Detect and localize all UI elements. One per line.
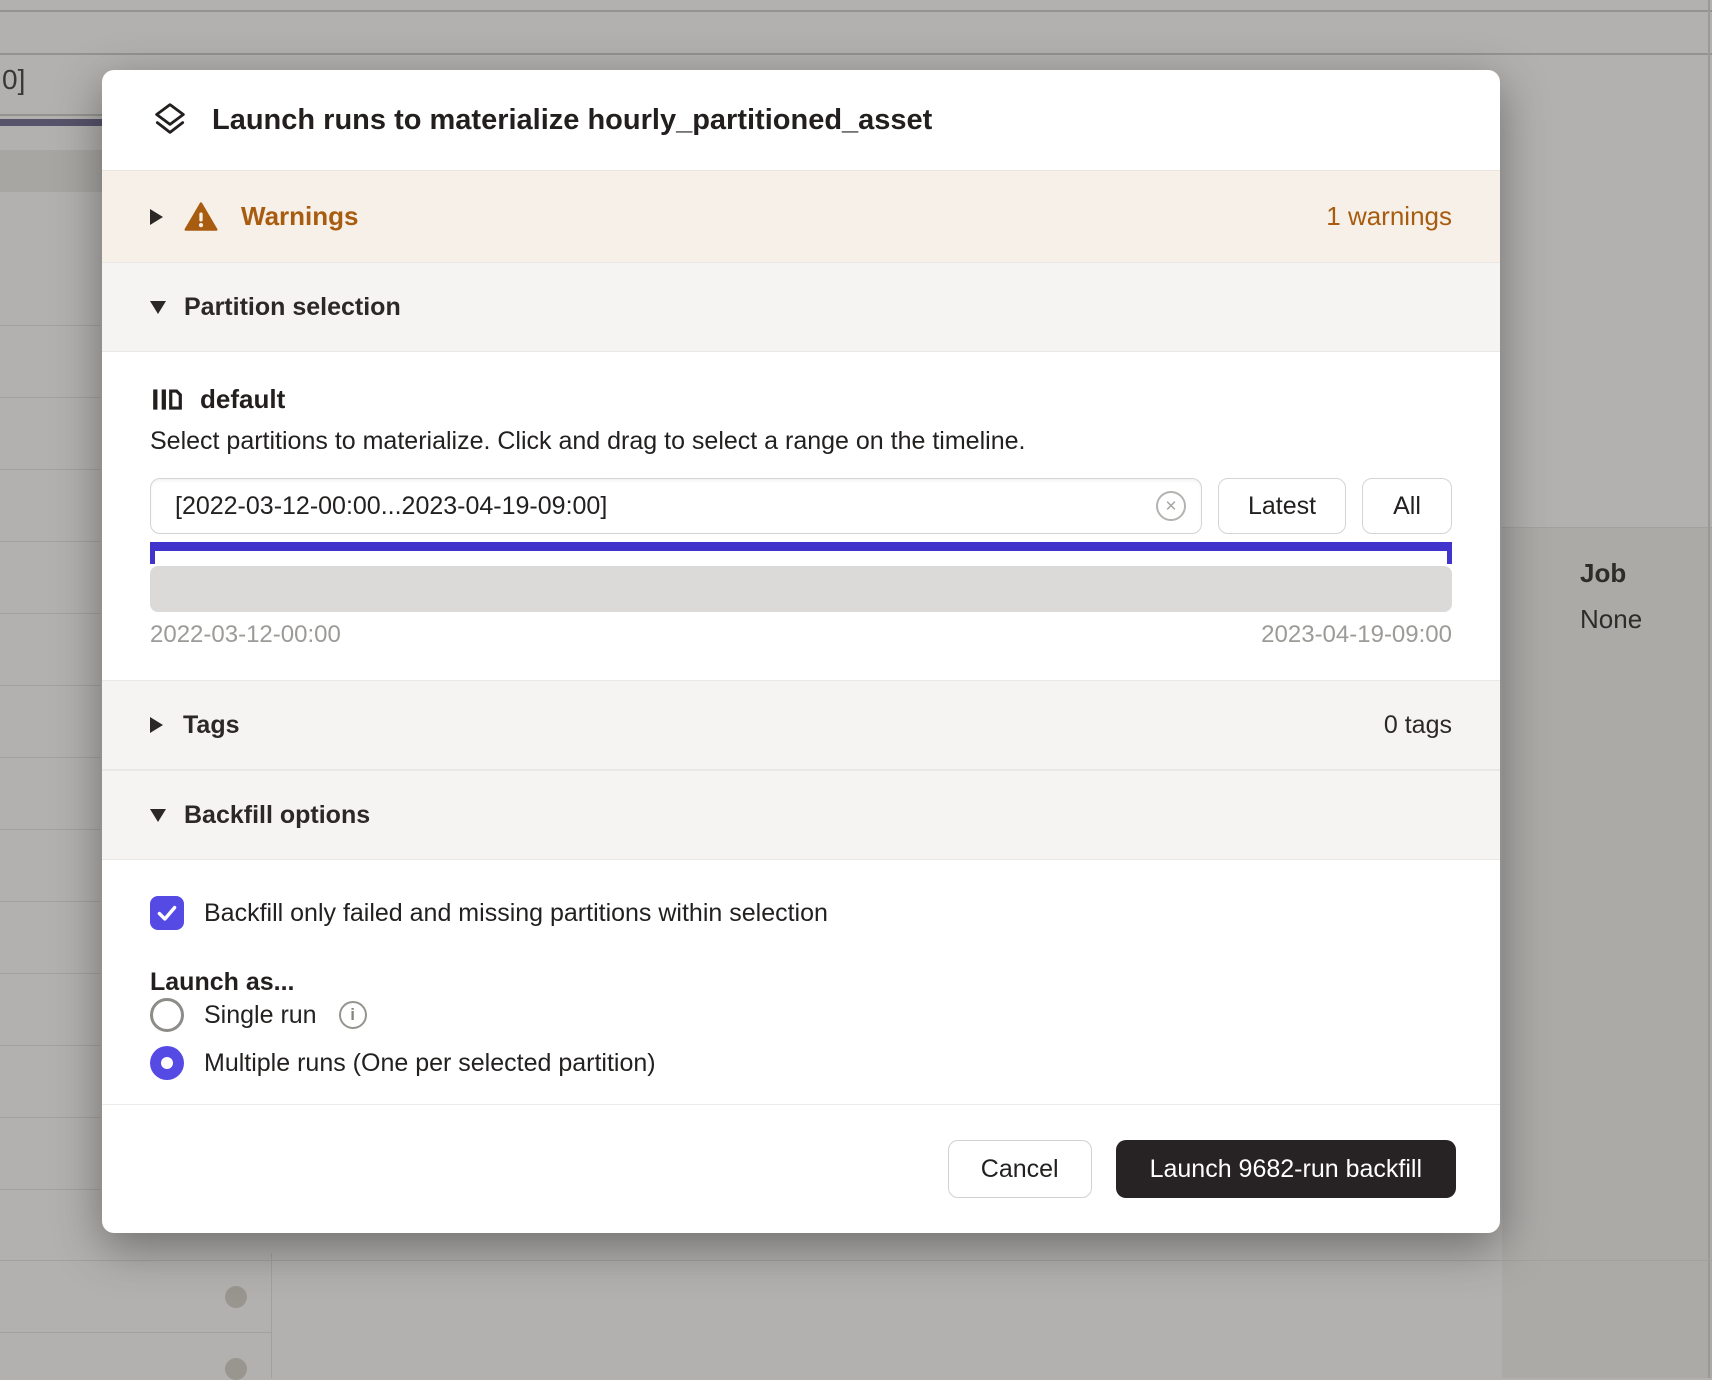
screen: 0] Job None Launch runs to materialize <box>0 0 1712 1378</box>
bg-row-line <box>0 829 100 830</box>
bg-table-panel <box>1502 527 1712 1378</box>
bg-row-line <box>0 397 100 398</box>
dimension-name: default <box>200 384 285 415</box>
bg-row-line <box>0 469 100 470</box>
bg-row-line <box>0 613 100 614</box>
bg-row-line <box>0 901 100 902</box>
warning-triangle-icon <box>183 199 219 235</box>
chevron-right-icon <box>150 209 163 225</box>
radio-multiple-runs[interactable]: Multiple runs (One per selected partitio… <box>150 1046 1452 1080</box>
clear-selection-icon[interactable]: ✕ <box>1156 491 1186 521</box>
dialog-footer: Cancel Launch 9682-run backfill <box>102 1104 1500 1233</box>
launch-backfill-dialog: Launch runs to materialize hourly_partit… <box>102 70 1500 1233</box>
dialog-title: Launch runs to materialize hourly_partit… <box>212 104 932 137</box>
materialize-layers-icon <box>150 100 190 140</box>
all-button[interactable]: All <box>1362 478 1452 534</box>
selected-range-indicator[interactable] <box>150 542 1452 564</box>
bg-job-column-value: None <box>1580 604 1642 635</box>
partition-selection-description: Select partitions to materialize. Click … <box>150 426 1452 456</box>
partition-range-input[interactable] <box>150 478 1202 534</box>
radio-single-run-label: Single run <box>204 1001 317 1030</box>
timeline-start-label: 2022-03-12-00:00 <box>150 621 341 649</box>
bg-accent-divider <box>0 119 102 126</box>
bg-row-line <box>0 973 100 974</box>
bg-status-dot <box>225 1286 247 1308</box>
launch-as-label: Launch as... <box>150 968 1452 998</box>
bg-partial-text: 0] <box>2 64 25 96</box>
partition-selection-toggle[interactable]: Partition selection <box>102 262 1500 352</box>
bg-job-column-header: Job <box>1580 558 1626 589</box>
backfill-options-toggle[interactable]: Backfill options <box>102 770 1500 860</box>
radio-selected-icon[interactable] <box>150 1046 184 1080</box>
bg-row-line <box>0 757 100 758</box>
launch-backfill-button[interactable]: Launch 9682-run backfill <box>1116 1140 1456 1198</box>
bg-window-edge <box>1708 0 1710 1378</box>
chevron-down-icon <box>150 809 166 822</box>
bg-selected-row <box>0 150 102 192</box>
bg-row-line <box>0 541 100 542</box>
bg-row-line <box>0 685 100 686</box>
bg-row-line <box>1502 527 1712 528</box>
warnings-count: 1 warnings <box>1326 201 1452 232</box>
bg-column-line <box>271 1253 272 1378</box>
partition-selection-body: default Select partitions to materialize… <box>102 352 1500 680</box>
latest-button[interactable]: Latest <box>1218 478 1346 534</box>
backfill-options-header: Backfill options <box>184 801 370 830</box>
bg-row-line <box>0 325 100 326</box>
dialog-header: Launch runs to materialize hourly_partit… <box>102 70 1500 170</box>
radio-single-run[interactable]: Single run i <box>150 998 1452 1032</box>
cancel-button[interactable]: Cancel <box>948 1140 1092 1198</box>
backfill-options-body: Backfill only failed and missing partiti… <box>102 860 1500 1104</box>
radio-unselected-icon[interactable] <box>150 998 184 1032</box>
info-icon[interactable]: i <box>339 1001 367 1029</box>
tags-count: 0 tags <box>1384 711 1452 740</box>
bg-divider <box>0 10 1712 12</box>
checkbox-checked-icon[interactable] <box>150 896 184 930</box>
bg-row-line <box>0 1117 100 1118</box>
warnings-label: Warnings <box>241 201 358 232</box>
failed-missing-checkbox-row[interactable]: Backfill only failed and missing partiti… <box>150 896 1452 930</box>
partition-set-icon <box>150 382 184 416</box>
chevron-down-icon <box>150 301 166 314</box>
partition-timeline[interactable] <box>150 566 1452 612</box>
radio-multiple-runs-label: Multiple runs (One per selected partitio… <box>204 1049 656 1078</box>
bg-status-dot <box>225 1358 247 1380</box>
tags-header: Tags <box>183 711 240 740</box>
warnings-section-toggle[interactable]: Warnings 1 warnings <box>102 170 1500 262</box>
bg-row-line <box>0 1260 1712 1261</box>
bg-row-line <box>0 1045 100 1046</box>
tags-section-toggle[interactable]: Tags 0 tags <box>102 680 1500 770</box>
bg-divider <box>0 53 1712 55</box>
bg-row-line <box>0 1189 100 1190</box>
partition-selection-header: Partition selection <box>184 293 401 322</box>
bg-divider <box>0 114 102 116</box>
bg-row-line <box>0 1332 271 1333</box>
chevron-right-icon <box>150 717 163 733</box>
timeline-end-label: 2023-04-19-09:00 <box>1261 621 1452 649</box>
checkbox-label: Backfill only failed and missing partiti… <box>204 899 828 928</box>
